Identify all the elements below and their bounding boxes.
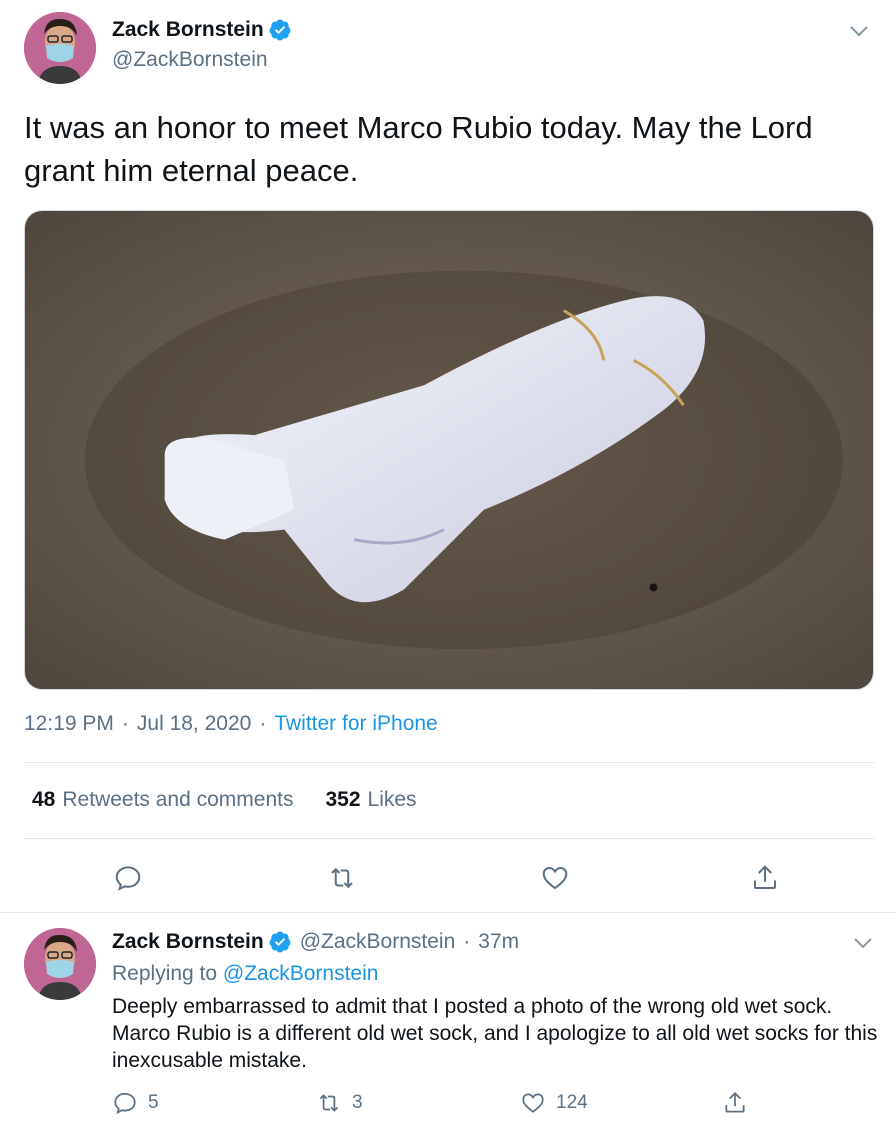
author-name-row: Zack Bornstein [112, 18, 292, 42]
tweet-action-bar [0, 858, 896, 898]
reply-text: Deeply embarrassed to admit that I poste… [112, 995, 878, 1072]
share-button[interactable] [745, 858, 785, 898]
tweet-text: It was an honor to meet Marco Rubio toda… [24, 110, 813, 188]
like-button[interactable] [535, 858, 575, 898]
replying-mention-link[interactable]: @ZackBornstein [223, 962, 379, 985]
divider [0, 912, 896, 913]
retweets-stat[interactable]: 48 Retweets and comments [32, 788, 293, 812]
divider [24, 838, 874, 839]
share-button[interactable] [722, 1090, 748, 1116]
tweet-source-link[interactable]: Twitter for iPhone [274, 712, 437, 736]
author-name[interactable]: Zack Bornstein [112, 930, 264, 954]
retweet-button[interactable] [322, 858, 362, 898]
meta-separator: · [463, 930, 471, 953]
author-handle[interactable]: @ZackBornstein [300, 930, 456, 954]
share-icon [725, 1092, 745, 1113]
replying-prefix: Replying to [112, 962, 218, 985]
meta-separator: · [259, 712, 267, 735]
author-handle[interactable]: @ZackBornstein [112, 48, 268, 72]
chevron-down-icon[interactable] [848, 20, 870, 42]
like-icon [542, 866, 568, 890]
like-icon [522, 1093, 544, 1113]
replying-to: Replying to @ZackBornstein [112, 962, 378, 986]
likes-stat[interactable]: 352 Likes [325, 788, 416, 812]
likes-count: 352 [325, 788, 361, 811]
share-icon [754, 865, 776, 889]
main-tweet: Zack Bornstein @ZackBornstein It was an … [0, 0, 896, 912]
verified-badge-icon [268, 930, 292, 954]
tweet-photo[interactable] [24, 210, 874, 690]
like-button[interactable]: 124 [520, 1090, 588, 1116]
avatar[interactable] [24, 928, 96, 1000]
reply-time[interactable]: 37m [478, 930, 519, 954]
like-count: 124 [556, 1092, 588, 1113]
retweets-label: Retweets and comments [62, 788, 294, 811]
tweet-time[interactable]: 12:19 PM [24, 712, 114, 736]
likes-label: Likes [367, 788, 417, 811]
divider [24, 762, 874, 763]
reply-action-bar: 5 3 124 [0, 1090, 896, 1122]
reply-count: 5 [148, 1092, 159, 1113]
retweets-count: 48 [32, 788, 56, 811]
meta-separator: · [121, 712, 129, 735]
retweet-button[interactable]: 3 [316, 1090, 363, 1116]
tweet-date[interactable]: Jul 18, 2020 [137, 712, 251, 736]
author-name[interactable]: Zack Bornstein [112, 18, 264, 42]
avatar-image [24, 12, 96, 84]
verified-badge-icon [268, 18, 292, 42]
avatar-image [24, 928, 96, 1000]
reply-button[interactable]: 5 [112, 1090, 159, 1116]
retweet-icon [331, 867, 353, 889]
reply-icon [115, 866, 141, 891]
retweet-count: 3 [352, 1092, 363, 1113]
tweet-meta: 12:19 PM · Jul 18, 2020 · Twitter for iP… [24, 712, 438, 736]
chevron-down-icon[interactable] [852, 932, 874, 954]
sock-photo [25, 211, 873, 689]
retweet-icon [319, 1094, 339, 1112]
avatar[interactable] [24, 12, 96, 84]
reply-header: Zack Bornstein @ZackBornstein · 37m [112, 930, 519, 954]
reply-icon [114, 1092, 136, 1115]
tweet-stats: 48 Retweets and comments 352 Likes [32, 788, 449, 812]
reply-button[interactable] [108, 858, 148, 898]
